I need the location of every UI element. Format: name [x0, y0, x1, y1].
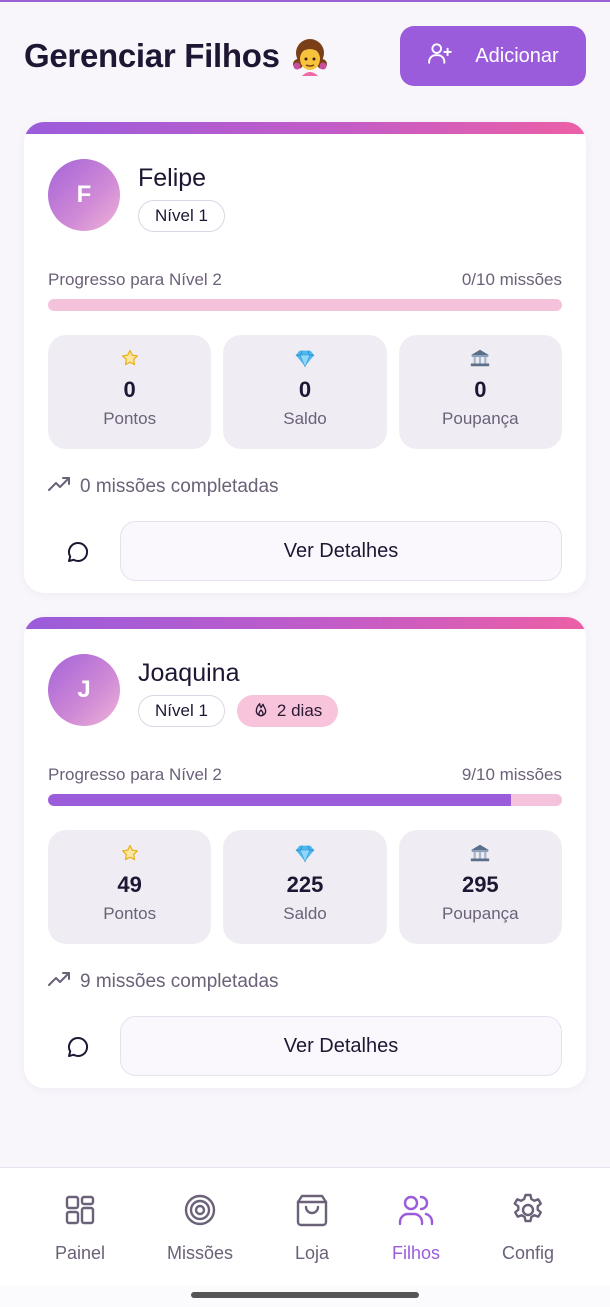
chat-bubble-icon — [66, 540, 90, 567]
flame-icon — [253, 701, 269, 722]
target-icon — [182, 1192, 218, 1233]
nav-label: Filhos — [391, 1243, 440, 1263]
add-child-button[interactable]: Adicionar — [400, 26, 586, 86]
gear-icon — [510, 1192, 546, 1233]
nav-item-painel[interactable]: Painel — [25, 1192, 135, 1264]
stat-balance: 0 Saldo — [223, 335, 387, 449]
page-title-text: Gerenciar Filhos — [24, 37, 280, 74]
star-icon — [119, 347, 141, 369]
star-icon — [119, 842, 141, 864]
stat-label: Pontos — [103, 904, 157, 923]
child-card: F Felipe Nível 1 Progresso para Nível 2 … — [24, 122, 586, 593]
nav-item-config[interactable]: Config — [473, 1192, 583, 1264]
stat-value: 49 — [117, 872, 142, 897]
stats-row: 0 Pontos 0 Saldo 0 Poupança — [48, 335, 562, 449]
nav-item-missoes[interactable]: Missões — [145, 1192, 255, 1264]
chat-button[interactable] — [64, 1034, 92, 1062]
stat-savings: 295 Poupança — [398, 830, 562, 944]
progress-label: Progresso para Nível 2 — [48, 270, 222, 289]
chat-bubble-icon — [66, 1035, 90, 1062]
missions-completed-text: 0 missões completadas — [80, 476, 279, 497]
child-badges: Nível 1 2 dias — [138, 695, 339, 727]
stat-label: Poupança — [442, 904, 519, 923]
stat-label: Poupança — [442, 409, 519, 428]
user-plus-icon — [427, 40, 453, 72]
streak-badge: 2 dias — [236, 695, 339, 727]
bank-icon — [469, 347, 491, 369]
diamond-icon — [294, 347, 316, 369]
nav-item-filhos[interactable]: Filhos — [361, 1192, 471, 1264]
stat-points: 49 Pontos — [48, 830, 212, 944]
chat-button[interactable] — [64, 539, 92, 567]
progress-count: 0/10 missões — [461, 270, 562, 289]
child-name: Joaquina — [138, 659, 240, 687]
diamond-icon — [294, 842, 316, 864]
missions-completed: 0 missões completadas — [48, 475, 279, 499]
nav-label: Missões — [166, 1243, 233, 1263]
streak-badge-label: 2 dias — [276, 701, 323, 720]
card-gradient-bar — [24, 617, 586, 629]
stats-row: 49 Pontos 225 Saldo 295 Poupança — [48, 830, 562, 944]
view-details-button[interactable]: Ver Detalhes — [120, 521, 562, 581]
nav-label: Loja — [294, 1243, 330, 1263]
view-details-button[interactable]: Ver Detalhes — [120, 1016, 562, 1076]
progress-count: 9/10 missões — [461, 765, 562, 784]
bottom-nav: Painel Missões Loja Filhos Config — [0, 1167, 610, 1285]
stat-balance: 225 Saldo — [223, 830, 387, 944]
girl-emoji-icon — [290, 36, 330, 76]
progress-bar — [48, 299, 562, 311]
stat-value: 0 — [474, 377, 487, 402]
page-title: Gerenciar Filhos — [24, 36, 330, 76]
progress-label: Progresso para Nível 2 — [48, 765, 222, 784]
stat-savings: 0 Poupança — [398, 335, 562, 449]
home-indicator[interactable] — [191, 1292, 419, 1298]
bank-icon — [469, 842, 491, 864]
child-name: Felipe — [138, 164, 207, 192]
child-badges: Nível 1 — [138, 200, 225, 232]
stat-value: 0 — [298, 377, 312, 402]
stat-label: Saldo — [283, 409, 327, 428]
nav-item-loja[interactable]: Loja — [257, 1192, 367, 1264]
level-badge: Nível 1 — [138, 200, 225, 232]
card-gradient-bar — [24, 122, 586, 134]
avatar: F — [48, 159, 120, 231]
stat-label: Saldo — [283, 904, 327, 923]
stat-points: 0 Pontos — [48, 335, 212, 449]
stat-value: 0 — [123, 377, 136, 402]
page-header: Gerenciar Filhos Adicionar — [24, 26, 586, 86]
grid-icon — [62, 1192, 98, 1233]
nav-label: Painel — [54, 1243, 106, 1263]
progress-bar — [48, 794, 562, 806]
stat-value: 225 — [286, 872, 324, 897]
missions-completed: 9 missões completadas — [48, 970, 279, 994]
shopping-bag-icon — [294, 1192, 330, 1233]
top-accent-line — [0, 0, 610, 2]
users-icon — [398, 1192, 434, 1233]
progress-bar-fill — [48, 794, 511, 806]
stat-label: Pontos — [103, 409, 157, 428]
level-badge: Nível 1 — [138, 695, 225, 727]
trending-up-icon — [48, 475, 72, 499]
avatar: J — [48, 654, 120, 726]
stat-value: 295 — [461, 872, 499, 897]
nav-label: Config — [501, 1243, 555, 1263]
trending-up-icon — [48, 970, 72, 994]
add-child-button-label: Adicionar — [475, 44, 559, 67]
child-card: J Joaquina Nível 1 2 dias Progresso para… — [24, 617, 586, 1088]
missions-completed-text: 9 missões completadas — [80, 971, 279, 992]
